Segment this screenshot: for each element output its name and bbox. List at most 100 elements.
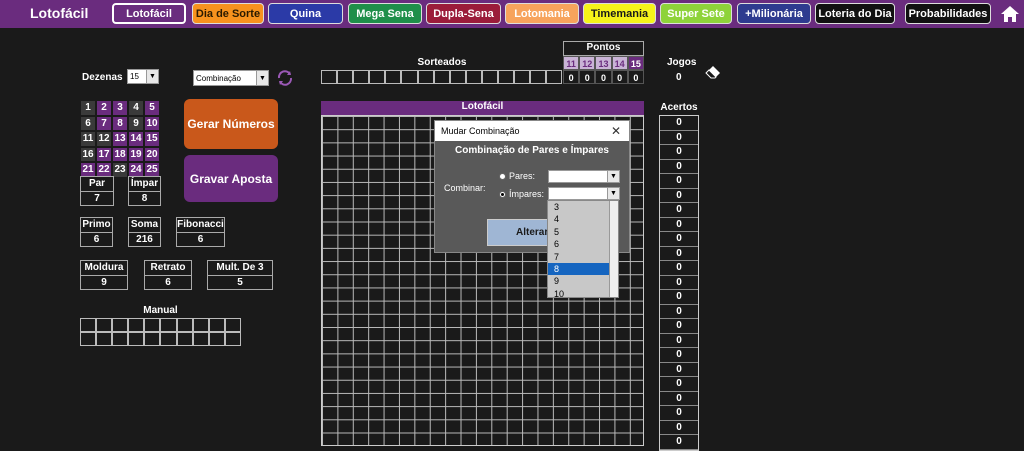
- number-cell[interactable]: 5: [144, 100, 160, 116]
- number-cell[interactable]: 7: [96, 115, 112, 131]
- input-cell[interactable]: [96, 318, 113, 332]
- number-cell[interactable]: 15: [144, 131, 160, 147]
- number-cell[interactable]: 12: [96, 131, 112, 147]
- dialog-titlebar: Mudar Combinação ✕: [435, 121, 629, 141]
- gravar-aposta-button[interactable]: Gravar Aposta: [184, 155, 278, 202]
- input-cell[interactable]: [417, 70, 434, 84]
- number-cell[interactable]: 14: [128, 131, 144, 147]
- input-cell[interactable]: [337, 70, 354, 84]
- input-cell[interactable]: [80, 318, 97, 332]
- number-cell[interactable]: 18: [112, 146, 128, 162]
- impares-radio[interactable]: [499, 191, 506, 198]
- sorteados-label: Sorteados: [417, 57, 467, 68]
- input-cell[interactable]: [112, 318, 129, 332]
- dropdown-scrollbar[interactable]: [609, 201, 618, 297]
- tab-dia-de-sorte[interactable]: Dia de Sorte: [192, 3, 264, 24]
- number-cell[interactable]: 10: [144, 115, 160, 131]
- tab-dupla-sena[interactable]: Dupla-Sena: [426, 3, 501, 24]
- number-cell[interactable]: 19: [128, 146, 144, 162]
- chevron-down-icon: ▼: [607, 171, 619, 182]
- combinacao-select[interactable]: Combinação ▼: [193, 70, 269, 86]
- tab-loteria-do-dia[interactable]: Loteria do Dia: [815, 3, 895, 24]
- acertos-value: 0: [660, 131, 698, 145]
- input-cell[interactable]: [80, 332, 97, 346]
- input-cell[interactable]: [433, 70, 450, 84]
- dropdown-option[interactable]: 7: [548, 251, 618, 263]
- input-cell[interactable]: [465, 70, 482, 84]
- input-cell[interactable]: [208, 318, 225, 332]
- acertos-value: 0: [660, 435, 698, 450]
- dropdown-option[interactable]: 8: [548, 262, 618, 276]
- input-cell[interactable]: [96, 332, 113, 346]
- number-cell[interactable]: 3: [112, 100, 128, 116]
- number-cell[interactable]: 13: [112, 131, 128, 147]
- input-cell[interactable]: [498, 70, 515, 84]
- acertos-value: 0: [660, 348, 698, 363]
- dropdown-option[interactable]: 4: [548, 213, 618, 225]
- input-cell[interactable]: [353, 70, 370, 84]
- tab-quina[interactable]: Quina: [268, 3, 343, 24]
- tab-timemania[interactable]: Timemania: [583, 3, 656, 24]
- input-cell[interactable]: [144, 318, 161, 332]
- pontos-header: 14: [611, 56, 628, 70]
- tab-mega-sena[interactable]: Mega Sena: [348, 3, 422, 24]
- number-cell[interactable]: 2: [96, 100, 112, 116]
- number-cell[interactable]: 16: [80, 146, 96, 162]
- input-cell[interactable]: [321, 70, 338, 84]
- number-cell[interactable]: 4: [128, 100, 144, 116]
- input-cell[interactable]: [385, 70, 402, 84]
- refresh-icon[interactable]: [276, 69, 294, 87]
- dropdown-option[interactable]: 6: [548, 238, 618, 250]
- fibonacci-box: Fibonacci 6: [176, 217, 225, 247]
- close-icon[interactable]: ✕: [611, 124, 621, 138]
- dialog-heading: Combinação de Pares e Ímpares: [455, 145, 609, 156]
- input-cell[interactable]: [481, 70, 499, 84]
- acertos-value: 0: [660, 377, 698, 392]
- input-cell[interactable]: [176, 318, 193, 332]
- number-cell[interactable]: 8: [112, 115, 128, 131]
- acertos-value: 0: [660, 116, 698, 131]
- dropdown-option[interactable]: 10: [548, 288, 618, 297]
- number-cell[interactable]: 6: [80, 115, 96, 131]
- tab-lotofácil[interactable]: Lotofácil: [112, 3, 186, 24]
- gerar-numeros-button[interactable]: Gerar Números: [184, 99, 278, 149]
- tab--milionária[interactable]: +Milionária: [737, 3, 811, 24]
- pares-radio[interactable]: [499, 173, 506, 180]
- par-box: Par 7: [80, 176, 114, 206]
- number-cell[interactable]: 23: [112, 162, 128, 178]
- tab-probabilidades[interactable]: Probabilidades: [905, 3, 991, 24]
- dezenas-select[interactable]: 15 ▼: [127, 69, 159, 84]
- input-cell[interactable]: [144, 332, 161, 346]
- number-cell[interactable]: 11: [80, 131, 96, 147]
- input-cell[interactable]: [128, 332, 145, 346]
- number-cell[interactable]: 17: [96, 146, 112, 162]
- home-icon[interactable]: [1000, 4, 1020, 24]
- input-cell[interactable]: [530, 70, 547, 84]
- input-cell[interactable]: [112, 332, 129, 346]
- pares-select[interactable]: ▼: [548, 170, 620, 183]
- input-cell[interactable]: [224, 318, 241, 332]
- input-cell[interactable]: [546, 70, 563, 84]
- input-cell[interactable]: [176, 332, 193, 346]
- input-cell[interactable]: [224, 332, 241, 346]
- dropdown-option[interactable]: 9: [548, 275, 618, 287]
- dropdown-option[interactable]: 3: [548, 201, 618, 213]
- input-cell[interactable]: [160, 318, 177, 332]
- input-cell[interactable]: [192, 332, 209, 346]
- dropdown-option[interactable]: 5: [548, 226, 618, 238]
- input-cell[interactable]: [369, 70, 386, 84]
- input-cell[interactable]: [401, 70, 418, 84]
- input-cell[interactable]: [449, 70, 466, 84]
- input-cell[interactable]: [192, 318, 209, 332]
- tab-super-sete[interactable]: Super Sete: [660, 3, 732, 24]
- input-cell[interactable]: [128, 318, 145, 332]
- number-cell[interactable]: 20: [144, 146, 160, 162]
- number-cell[interactable]: 9: [128, 115, 144, 131]
- number-cell[interactable]: 1: [80, 100, 96, 116]
- input-cell[interactable]: [208, 332, 225, 346]
- impares-select[interactable]: ▼: [548, 187, 620, 200]
- input-cell[interactable]: [514, 70, 531, 84]
- tab-lotomania[interactable]: Lotomania: [505, 3, 579, 24]
- input-cell[interactable]: [160, 332, 177, 346]
- eraser-icon[interactable]: [704, 62, 722, 80]
